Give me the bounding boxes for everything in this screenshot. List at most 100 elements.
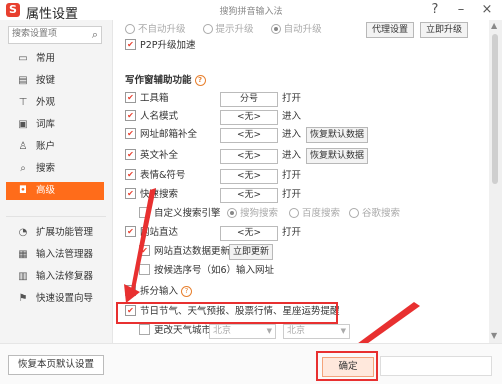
engine-option-baidu[interactable]: 百度搜索 (289, 206, 340, 222)
toolbox-action-label: 打开 (282, 93, 302, 104)
user-icon: ♙ (18, 141, 28, 152)
radio-selected-icon (227, 207, 237, 218)
weather-city-row[interactable]: 更改天气城市 (139, 323, 211, 339)
split-input-row[interactable]: ✔ 拆分输入? (125, 284, 193, 300)
upgrade-option-prompt[interactable]: 提示升级 (202, 23, 254, 35)
sidebar-item-appearance[interactable]: ⊤ 外观 (6, 94, 104, 112)
url-email-restore-button[interactable]: 恢复默认数据 (306, 127, 368, 143)
vertical-scrollbar[interactable]: ▲ ▼ (489, 20, 502, 343)
upgrade-options: 不自动升级 提示升级 自动升级 (125, 22, 322, 38)
scrollbar-thumb[interactable] (492, 34, 498, 184)
upgrade-option-none[interactable]: 不自动升级 (125, 23, 186, 35)
sidebar-item-common[interactable]: ▭ 常用 (6, 50, 104, 68)
sidebar-item-label: 输入法管理器 (36, 249, 94, 260)
sidebar-item-advanced[interactable]: ◘ 高级 (6, 182, 104, 200)
search-icon[interactable]: ⌕ (92, 28, 98, 42)
monitor-icon: ▭ (18, 53, 28, 64)
sidebar-item-label: 常用 (36, 53, 56, 64)
sidebar-divider (6, 216, 106, 217)
restore-defaults-button[interactable]: 恢复本页默认设置 (8, 355, 104, 375)
checkbox-checked-icon[interactable]: ✔ (139, 245, 150, 256)
chevron-down-icon: ▼ (266, 327, 272, 335)
shirt-icon: ⊤ (18, 97, 28, 108)
english-complete-row[interactable]: ✔ 英文补全 (125, 148, 178, 164)
checkbox-icon[interactable] (139, 324, 150, 335)
select-key-url-row[interactable]: 按候选序号（如6）输入网址 (139, 263, 274, 279)
repair-icon: ▥ (18, 271, 28, 282)
p2p-upgrade-row[interactable]: ✔ P2P升级加速 (125, 38, 196, 54)
quick-search-key-field[interactable]: <无> (220, 188, 278, 203)
close-button[interactable]: × (478, 2, 496, 17)
toolbox-row[interactable]: ✔ 工具箱 (125, 91, 169, 107)
sidebar-item-extensions[interactable]: ◔ 扩展功能管理 (6, 224, 104, 242)
scroll-up-icon[interactable]: ▲ (491, 21, 497, 30)
sidebar-item-keys[interactable]: ▤ 按键 (6, 72, 104, 90)
sidebar-item-label: 扩展功能管理 (36, 227, 94, 238)
extension-icon: ◔ (18, 227, 28, 238)
sidebar-item-label: 输入法修复器 (36, 271, 94, 282)
search-icon: ⌕ (20, 163, 26, 174)
checkbox-checked-icon[interactable]: ✔ (125, 226, 136, 237)
emoji-symbol-key-field[interactable]: <无> (220, 169, 278, 184)
english-complete-restore-button[interactable]: 恢复默认数据 (306, 148, 368, 164)
english-complete-action-label: 进入 (282, 150, 302, 161)
settings-panel: 不自动升级 提示升级 自动升级 代理设置 立即升级 ✔ P2P升级加速 写作窗辅助… (113, 20, 489, 343)
help-icon[interactable]: ? (194, 75, 206, 86)
sidebar-item-label: 高级 (36, 185, 56, 196)
radio-icon (202, 23, 213, 34)
minimize-button[interactable]: – (452, 2, 470, 17)
ok-button[interactable]: 确定 (322, 357, 374, 377)
quick-search-row[interactable]: ✔ 快速搜索 (125, 187, 178, 203)
sidebar-item-dictionary[interactable]: ▣ 词库 (6, 116, 104, 134)
sidebar-item-ime-repair[interactable]: ▥ 输入法修复器 (6, 268, 104, 286)
upgrade-now-button[interactable]: 立即升级 (420, 22, 468, 38)
name-mode-key-field[interactable]: <无> (220, 110, 278, 125)
toolbox-key-field[interactable]: 分号 (220, 92, 278, 107)
radio-selected-icon (270, 23, 281, 34)
checkbox-checked-icon[interactable]: ✔ (125, 188, 136, 199)
engine-option-sogou[interactable]: 搜狗搜索 (227, 206, 278, 222)
help-icon[interactable]: ? (181, 286, 193, 297)
sidebar-item-label: 快速设置向导 (36, 293, 94, 304)
checkbox-checked-icon[interactable]: ✔ (125, 92, 136, 103)
province-select[interactable]: 北京 ▼ (209, 324, 276, 339)
checkbox-checked-icon[interactable]: ✔ (125, 110, 136, 121)
book-icon: ▣ (18, 119, 28, 130)
english-complete-key-field[interactable]: <无> (220, 149, 278, 164)
checkbox-checked-icon[interactable]: ✔ (125, 285, 136, 296)
checkbox-icon[interactable] (139, 264, 150, 275)
sidebar-search-box[interactable]: ⌕ (8, 26, 102, 44)
scroll-down-icon[interactable]: ▼ (491, 331, 497, 340)
url-email-row[interactable]: ✔ 网址邮箱补全 (125, 127, 197, 143)
search-input[interactable] (12, 27, 82, 41)
checkbox-checked-icon[interactable]: ✔ (125, 149, 136, 160)
checkbox-icon[interactable] (139, 207, 150, 218)
checkbox-checked-icon[interactable]: ✔ (125, 128, 136, 139)
emoji-symbol-row[interactable]: ✔ 表情&符号 (125, 168, 185, 184)
checkbox-checked-icon[interactable]: ✔ (125, 39, 136, 50)
url-email-key-field[interactable]: <无> (220, 128, 278, 143)
custom-engine-row[interactable]: 自定义搜索引擎 (139, 206, 221, 222)
sidebar-item-ime-manager[interactable]: ▦ 输入法管理器 (6, 246, 104, 264)
emoji-symbol-action-label: 打开 (282, 170, 302, 181)
url-email-action-label: 进入 (282, 129, 302, 140)
ok-highlight-box: 确定 (316, 351, 378, 381)
update-now-button[interactable]: 立即更新 (229, 244, 273, 260)
name-mode-row[interactable]: ✔ 人名模式 (125, 109, 178, 125)
sidebar-item-label: 词库 (36, 119, 56, 130)
checkbox-checked-icon[interactable]: ✔ (125, 169, 136, 180)
sidebar-item-search[interactable]: ⌕ 搜索 (6, 160, 104, 178)
upgrade-option-auto[interactable]: 自动升级 (270, 23, 322, 35)
cancel-button[interactable] (380, 356, 492, 376)
sidebar-item-label: 账户 (36, 141, 56, 152)
site-direct-row[interactable]: ✔ 网站直达 (125, 225, 178, 241)
site-update-row[interactable]: ✔ 网站直达数据更新 (139, 244, 230, 260)
city-select[interactable]: 北京 ▼ (283, 324, 350, 339)
sidebar-item-account[interactable]: ♙ 账户 (6, 138, 104, 156)
site-direct-key-field[interactable]: <无> (220, 226, 278, 241)
proxy-settings-button[interactable]: 代理设置 (366, 22, 414, 38)
sidebar-item-label: 外观 (36, 97, 56, 108)
engine-option-google[interactable]: 谷歌搜索 (349, 206, 400, 222)
sidebar-item-quick-wizard[interactable]: ⚑ 快速设置向导 (6, 290, 104, 308)
help-button[interactable]: ? (426, 2, 444, 17)
